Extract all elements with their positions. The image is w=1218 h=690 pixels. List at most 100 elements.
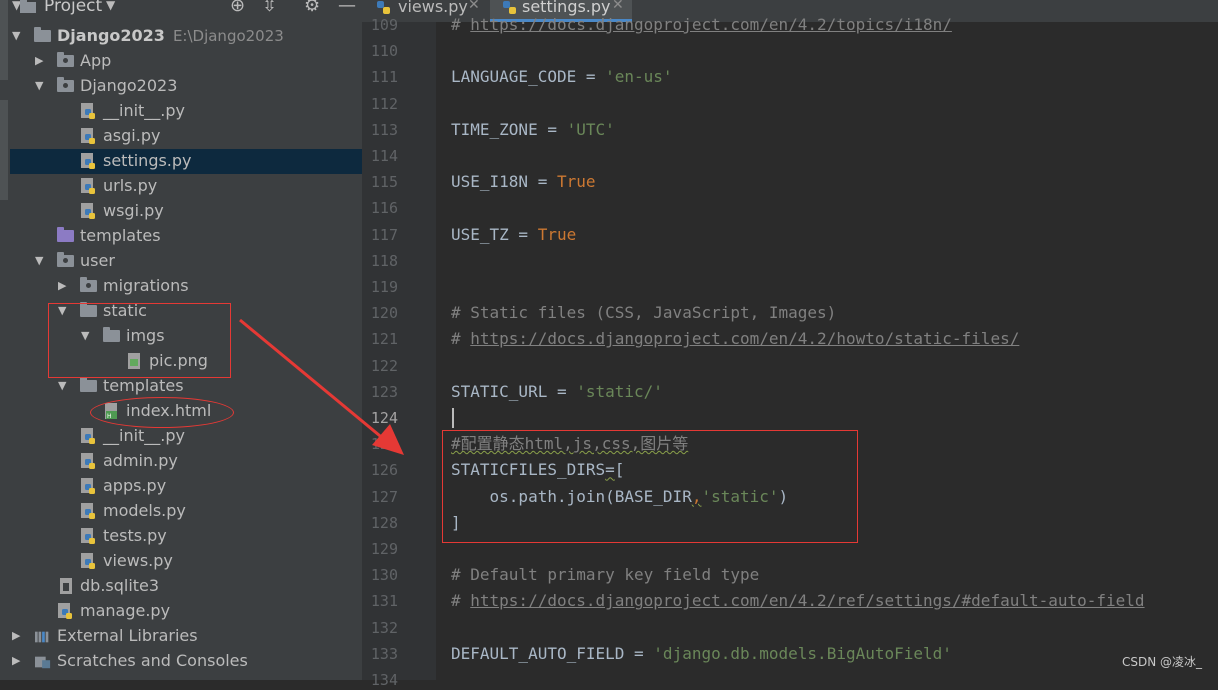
line-number: 122: [370, 356, 398, 375]
tree-item-django2023[interactable]: ▼ Django2023: [10, 74, 362, 99]
tree-item-user[interactable]: ▼ user: [10, 249, 362, 274]
code-token: https://docs.djangoproject.com/en/4.2/re…: [470, 591, 1145, 611]
locate-icon[interactable]: ⊕: [230, 0, 245, 16]
code-token: True: [556, 172, 596, 192]
tree-item-asgi-py[interactable]: asgi.py: [10, 124, 362, 149]
hide-panel-icon[interactable]: —: [338, 0, 356, 16]
tree-item-label: models.py: [103, 501, 186, 520]
code-token: USE_I18N =: [451, 172, 557, 192]
tree-item-models-py[interactable]: models.py: [10, 499, 362, 524]
code-line[interactable]: # Static files (CSS, JavaScript, Images): [451, 303, 836, 323]
expand-arrow-down-icon[interactable]: ▼: [12, 28, 24, 44]
python-file-icon: [80, 528, 98, 544]
tree-item-db-sqlite3[interactable]: db.sqlite3: [10, 574, 362, 599]
code-line[interactable]: LANGUAGE_CODE = 'en-us': [451, 67, 673, 87]
code-token: USE_TZ =: [451, 224, 538, 244]
line-number: 111: [370, 68, 398, 87]
line-number: 113: [370, 120, 398, 139]
code-token: 'UTC': [566, 119, 615, 139]
expand-arrow-right-icon[interactable]: ▶: [35, 53, 47, 69]
folder-icon: [57, 52, 75, 69]
code-token: TIME_ZONE =: [451, 119, 567, 139]
close-icon[interactable]: ✕: [468, 0, 480, 13]
tree-item-label: views.py: [103, 551, 173, 570]
expand-arrow-down-icon[interactable]: ▼: [35, 78, 47, 94]
line-number: 134: [370, 671, 398, 689]
collapse-all-icon[interactable]: ⇳: [262, 0, 277, 16]
tree-item-wsgi-py[interactable]: wsgi.py: [10, 199, 362, 224]
libraries-icon: [34, 628, 52, 644]
tree-item-templates[interactable]: templates: [10, 224, 362, 249]
tree-item-label: asgi.py: [103, 126, 161, 145]
tree-item-django2023[interactable]: ▼ Django2023 E:\Django2023: [10, 24, 362, 49]
tree-item-app[interactable]: ▶ App: [10, 49, 362, 74]
tree-item-label: db.sqlite3: [80, 576, 160, 595]
expand-arrow-down-icon[interactable]: ▼: [35, 253, 47, 269]
expand-arrow-right-icon[interactable]: ▶: [12, 628, 24, 644]
python-file-icon: [80, 453, 98, 469]
tree-item-migrations[interactable]: ▶ migrations: [10, 274, 362, 299]
project-panel-header: ▼ Project ▼ ⊕ ⇳ ⚙ —: [10, 0, 362, 16]
folder-icon: [57, 227, 75, 244]
tree-item-label: Scratches and Consoles: [57, 651, 248, 670]
folder-icon: [80, 277, 98, 294]
tree-item-scratches-and-consoles[interactable]: ▶ Scratches and Consoles: [10, 649, 362, 674]
code-line[interactable]: TIME_ZONE = 'UTC': [451, 120, 615, 140]
tree-item-label: Django2023: [80, 76, 178, 95]
view-dropdown-icon[interactable]: ▼: [106, 0, 115, 12]
annotation-box-static-folder: [48, 303, 231, 378]
code-line[interactable]: # https://docs.djangoproject.com/en/4.2/…: [451, 15, 952, 35]
code-line[interactable]: USE_I18N = True: [451, 172, 596, 192]
line-number-gutter[interactable]: 109 110 111 112 113 114 115 116 117 118 119 120 121 1…: [362, 16, 446, 689]
expand-arrow-down-icon[interactable]: ▼: [58, 378, 70, 394]
python-file-icon: [80, 428, 98, 444]
code-token: https://docs.djangoproject.com/en/4.2/ho…: [470, 329, 1020, 349]
tree-item-admin-py[interactable]: admin.py: [10, 449, 362, 474]
code-editor[interactable]: # https://docs.djangoproject.com/en/4.2/…: [436, 15, 1218, 680]
project-tool-tab[interactable]: [0, 0, 8, 80]
tree-item-views-py[interactable]: views.py: [10, 549, 362, 574]
close-icon[interactable]: ✕: [612, 0, 624, 13]
tree-item-init-py[interactable]: __init__.py: [10, 424, 362, 449]
python-file-icon: [80, 153, 98, 169]
code-line[interactable]: # https://docs.djangoproject.com/en/4.2/…: [451, 329, 1019, 349]
code-token: #: [451, 329, 471, 349]
python-file-icon: [80, 178, 98, 194]
line-number: 117: [370, 225, 398, 244]
tree-item-tests-py[interactable]: tests.py: [10, 524, 362, 549]
tree-item-label: templates: [80, 226, 161, 245]
tree-item-settings-py[interactable]: settings.py: [10, 149, 362, 174]
line-number: 125: [370, 435, 398, 454]
tree-item-external-libraries[interactable]: ▶ External Libraries: [10, 624, 362, 649]
code-line[interactable]: DEFAULT_AUTO_FIELD = 'django.db.models.B…: [451, 644, 952, 664]
code-line[interactable]: # Default primary key field type: [451, 565, 759, 585]
python-file-icon: [80, 103, 98, 119]
tree-item-apps-py[interactable]: apps.py: [10, 474, 362, 499]
python-file-icon: [57, 603, 75, 619]
line-number: 120: [370, 304, 398, 323]
code-line[interactable]: # https://docs.djangoproject.com/en/4.2/…: [451, 591, 1145, 611]
python-file-icon: [80, 478, 98, 494]
tree-item-init-py[interactable]: __init__.py: [10, 99, 362, 124]
line-number: 123: [370, 382, 398, 401]
project-panel-title[interactable]: Project: [44, 0, 102, 16]
expand-arrow-right-icon[interactable]: ▶: [12, 653, 24, 669]
code-token: https://docs.djangoproject.com/en/4.2/to…: [470, 15, 952, 34]
tree-item-label: External Libraries: [57, 626, 198, 645]
code-token: DEFAULT_AUTO_FIELD =: [451, 643, 654, 663]
tree-item-urls-py[interactable]: urls.py: [10, 174, 362, 199]
code-line[interactable]: USE_TZ = True: [451, 225, 576, 245]
code-line[interactable]: STATIC_URL = 'static/': [451, 382, 663, 402]
line-number: 110: [370, 42, 398, 61]
tree-item-label: migrations: [103, 276, 189, 295]
structure-tool-tab[interactable]: [0, 100, 8, 200]
line-number: 127: [370, 487, 398, 506]
expand-arrow-right-icon[interactable]: ▶: [58, 278, 70, 294]
line-number: 109: [370, 16, 398, 34]
tree-item-label: templates: [103, 376, 184, 395]
tree-item-label: user: [80, 251, 115, 270]
gear-icon[interactable]: ⚙: [304, 0, 320, 16]
watermark: CSDN @凌冰_: [1121, 655, 1202, 669]
project-folder-icon: [20, 0, 36, 13]
tree-item-manage-py[interactable]: manage.py: [10, 599, 362, 624]
